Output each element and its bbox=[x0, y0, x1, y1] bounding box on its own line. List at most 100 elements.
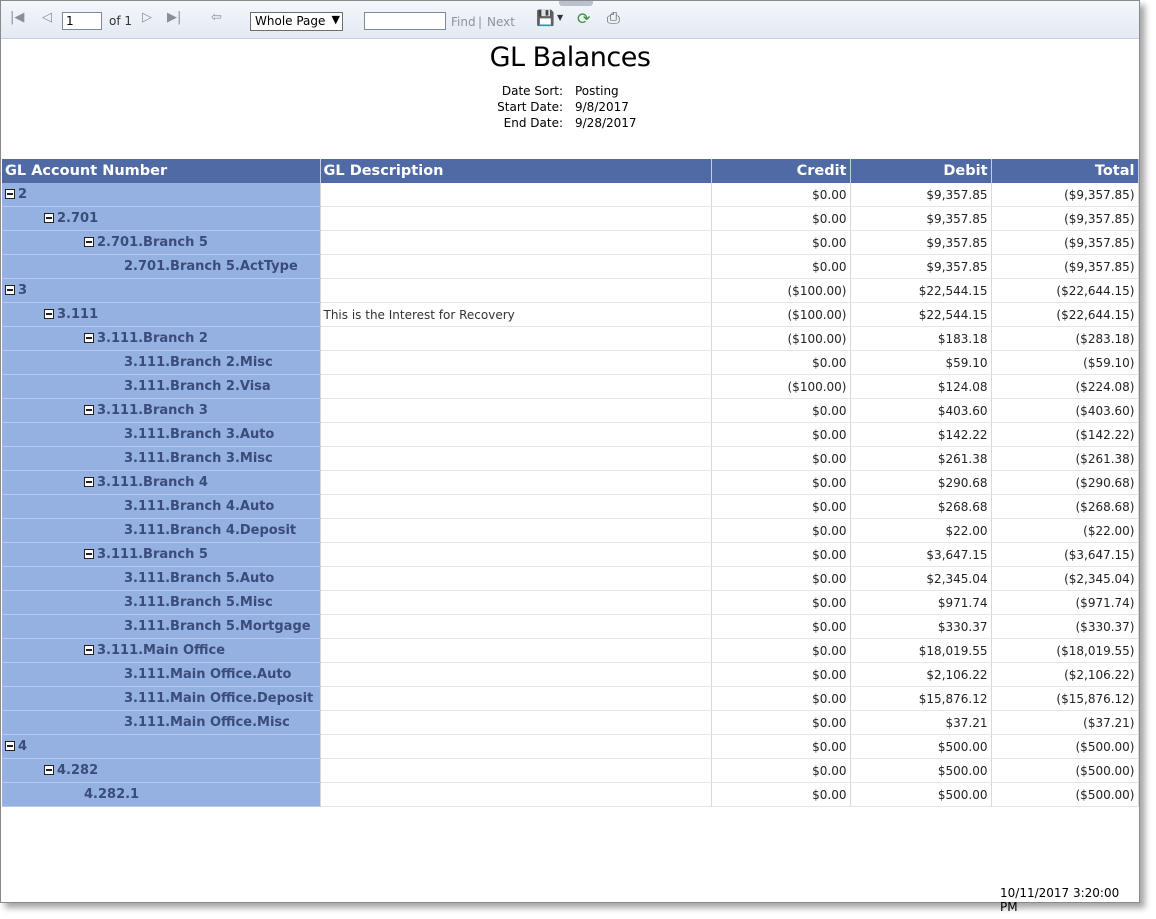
account-number: 3.111.Branch 4.Deposit bbox=[124, 523, 297, 538]
table-row: 3.111.Branch 3 $0.00 $403.60 ($403.60) bbox=[2, 398, 1139, 423]
account-cell: 3.111.Main Office.Auto bbox=[2, 662, 321, 687]
debit-cell: $37.21 bbox=[850, 710, 992, 735]
total-cell: ($22,644.15) bbox=[991, 278, 1139, 303]
table-row: 3.111 This is the Interest for Recovery ($… bbox=[2, 302, 1139, 327]
back-icon[interactable]: ⇦ bbox=[211, 10, 222, 25]
credit-cell: $0.00 bbox=[711, 206, 851, 231]
table-row: 3.111.Main Office.Deposit $0.00 $15,876.12… bbox=[2, 686, 1139, 711]
prev-page-icon[interactable]: ◁ bbox=[42, 10, 52, 25]
description-cell bbox=[320, 614, 712, 639]
collapse-icon[interactable] bbox=[5, 188, 15, 199]
collapse-icon[interactable] bbox=[84, 332, 94, 343]
table-row: 4.282.1 $0.00 $500.00 ($500.00) bbox=[2, 782, 1139, 807]
debit-cell: $22.00 bbox=[850, 518, 992, 543]
credit-cell: ($100.00) bbox=[711, 302, 851, 327]
table-row: 3.111.Branch 2.Visa ($100.00) $124.08 ($224… bbox=[2, 374, 1139, 399]
total-cell: ($142.22) bbox=[991, 422, 1139, 447]
account-cell: 3.111.Branch 3.Auto bbox=[2, 422, 321, 447]
account-cell: 3.111.Branch 2.Visa bbox=[2, 374, 321, 399]
credit-cell: $0.00 bbox=[711, 470, 851, 495]
collapse-icon[interactable] bbox=[5, 740, 15, 751]
total-cell: ($500.00) bbox=[991, 734, 1139, 759]
account-number: 3.111.Branch 3.Auto bbox=[124, 427, 275, 442]
debit-cell: $22,544.15 bbox=[850, 302, 992, 327]
total-cell: ($283.18) bbox=[991, 326, 1139, 351]
meta-value: Posting bbox=[575, 84, 619, 98]
total-cell: ($59.10) bbox=[991, 350, 1139, 375]
account-cell: 3.111.Main Office.Misc bbox=[2, 710, 321, 735]
collapse-icon[interactable] bbox=[44, 308, 54, 319]
table-row: 2.701 $0.00 $9,357.85 ($9,357.85) bbox=[2, 206, 1139, 231]
table-row: 3.111.Main Office $0.00 $18,019.55 ($18,019… bbox=[2, 638, 1139, 663]
debit-cell: $9,357.85 bbox=[850, 254, 992, 279]
page-number-input[interactable] bbox=[62, 12, 102, 30]
total-cell: ($290.68) bbox=[991, 470, 1139, 495]
debit-cell: $9,357.85 bbox=[850, 206, 992, 231]
debit-cell: $268.68 bbox=[850, 494, 992, 519]
account-number: 3.111.Branch 5.Mortgage bbox=[124, 619, 311, 634]
debit-cell: $142.22 bbox=[850, 422, 992, 447]
export-dropdown-icon[interactable]: ▼ bbox=[557, 13, 563, 22]
account-number: 4.282.1 bbox=[84, 787, 140, 802]
collapse-icon[interactable] bbox=[84, 548, 94, 559]
table-row: 3.111.Branch 2.Misc $0.00 $59.10 ($59.10) bbox=[2, 350, 1139, 375]
debit-cell: $290.68 bbox=[850, 470, 992, 495]
account-cell: 3.111.Branch 2 bbox=[2, 326, 321, 351]
find-input[interactable] bbox=[364, 12, 446, 30]
total-cell: ($37.21) bbox=[991, 710, 1139, 735]
credit-cell: $0.00 bbox=[711, 782, 851, 807]
zoom-select[interactable]: Whole Page ▼ bbox=[250, 12, 343, 31]
column-header-account: GL Account Number bbox=[2, 159, 321, 183]
collapse-icon[interactable] bbox=[44, 764, 54, 775]
find-link[interactable]: Find bbox=[451, 15, 476, 29]
table-row: 3.111.Branch 4 $0.00 $290.68 ($290.68) bbox=[2, 470, 1139, 495]
description-cell bbox=[320, 494, 712, 519]
description-cell bbox=[320, 662, 712, 687]
last-page-icon[interactable]: ▶| bbox=[167, 10, 181, 25]
total-cell: ($9,357.85) bbox=[991, 183, 1139, 207]
total-cell: ($22,644.15) bbox=[991, 302, 1139, 327]
debit-cell: $500.00 bbox=[850, 734, 992, 759]
print-icon[interactable]: ⎙ bbox=[607, 8, 620, 28]
credit-cell: $0.00 bbox=[711, 758, 851, 783]
refresh-icon[interactable]: ⟳ bbox=[577, 9, 590, 28]
first-page-icon[interactable]: |◀ bbox=[10, 10, 24, 25]
debit-cell: $18,019.55 bbox=[850, 638, 992, 663]
collapse-icon[interactable] bbox=[84, 404, 94, 415]
credit-cell: $0.00 bbox=[711, 183, 851, 207]
table-row: 3.111.Branch 5.Misc $0.00 $971.74 ($971.74) bbox=[2, 590, 1139, 615]
total-cell: ($9,357.85) bbox=[991, 254, 1139, 279]
account-number: 3.111.Branch 2 bbox=[97, 331, 208, 346]
description-cell bbox=[320, 686, 712, 711]
collapse-icon[interactable] bbox=[84, 476, 94, 487]
column-header-description: GL Description bbox=[320, 159, 712, 183]
total-cell: ($268.68) bbox=[991, 494, 1139, 519]
credit-cell: $0.00 bbox=[711, 494, 851, 519]
account-cell: 4.282 bbox=[2, 758, 321, 783]
credit-cell: $0.00 bbox=[711, 230, 851, 255]
credit-cell: $0.00 bbox=[711, 662, 851, 687]
account-number: 3.111.Branch 4.Auto bbox=[124, 499, 275, 514]
total-cell: ($971.74) bbox=[991, 590, 1139, 615]
export-save-icon[interactable]: 💾 bbox=[536, 9, 555, 27]
credit-cell: $0.00 bbox=[711, 446, 851, 471]
collapse-icon[interactable] bbox=[84, 644, 94, 655]
meta-label: Start Date: bbox=[497, 100, 563, 114]
total-cell: ($261.38) bbox=[991, 446, 1139, 471]
account-number: 2 bbox=[18, 187, 28, 202]
credit-cell: $0.00 bbox=[711, 542, 851, 567]
collapse-icon[interactable] bbox=[44, 212, 54, 223]
credit-cell: $0.00 bbox=[711, 350, 851, 375]
account-number: 4.282 bbox=[57, 763, 99, 778]
description-cell bbox=[320, 398, 712, 423]
collapse-icon[interactable] bbox=[84, 236, 94, 247]
total-cell: ($2,106.22) bbox=[991, 662, 1139, 687]
account-number: 3.111.Main Office.Misc bbox=[124, 715, 290, 730]
account-cell: 3.111.Branch 4 bbox=[2, 470, 321, 495]
next-page-icon[interactable]: ▷ bbox=[142, 10, 152, 25]
collapse-icon[interactable] bbox=[5, 284, 15, 295]
account-cell: 3.111 bbox=[2, 302, 321, 327]
next-link[interactable]: Next bbox=[487, 15, 515, 29]
toolbar-collapse-handle[interactable] bbox=[559, 1, 593, 6]
credit-cell: $0.00 bbox=[711, 686, 851, 711]
